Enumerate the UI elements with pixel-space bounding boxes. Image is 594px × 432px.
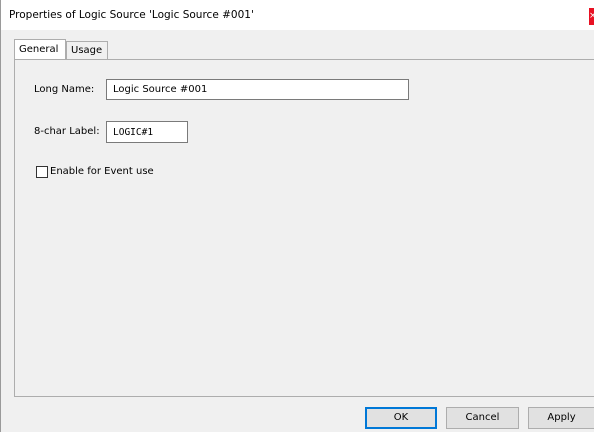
short-label-field[interactable]: LOGIC#1 bbox=[106, 121, 188, 143]
ok-button[interactable]: OK bbox=[365, 407, 437, 429]
close-button[interactable]: × bbox=[589, 8, 594, 25]
enable-event-label[interactable]: Enable for Event use bbox=[50, 166, 154, 177]
properties-dialog: Properties of Logic Source 'Logic Source… bbox=[0, 0, 594, 432]
apply-button[interactable]: Apply bbox=[528, 407, 594, 429]
general-panel: Long Name: Logic Source #001 8-char Labe… bbox=[14, 59, 594, 397]
tab-usage[interactable]: Usage bbox=[66, 41, 108, 59]
long-name-label: Long Name: bbox=[34, 84, 95, 95]
tab-general[interactable]: General bbox=[14, 39, 66, 59]
close-icon: × bbox=[589, 11, 594, 21]
enable-event-checkbox[interactable] bbox=[36, 166, 48, 178]
cancel-button[interactable]: Cancel bbox=[446, 407, 519, 429]
window-title: Properties of Logic Source 'Logic Source… bbox=[9, 9, 254, 21]
short-label-label: 8-char Label: bbox=[34, 126, 100, 137]
long-name-field[interactable]: Logic Source #001 bbox=[106, 79, 409, 100]
title-bar[interactable]: Properties of Logic Source 'Logic Source… bbox=[1, 0, 594, 30]
